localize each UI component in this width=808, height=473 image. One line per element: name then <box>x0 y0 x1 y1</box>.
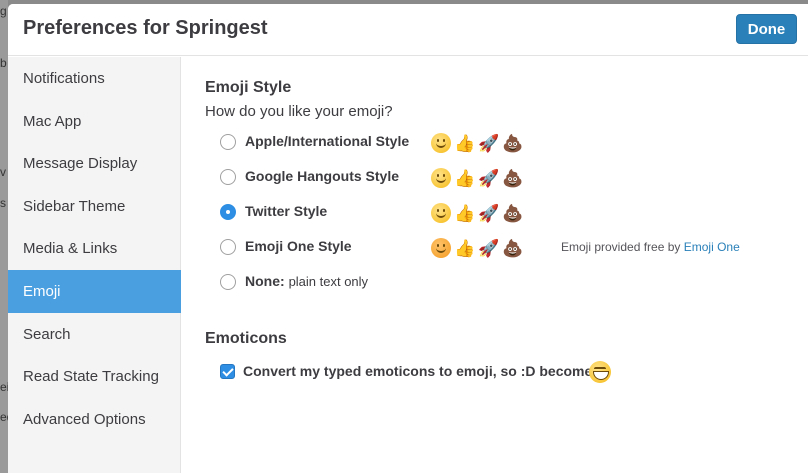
modal-header: Preferences for Springest Done <box>8 4 808 56</box>
rocket-icon: 🚀 <box>478 238 500 258</box>
grinning-face-icon <box>589 361 611 383</box>
done-button[interactable]: Done <box>736 14 797 44</box>
modal-title: Preferences for Springest <box>23 17 268 39</box>
emoji-preview-google: 👍 🚀 💩 <box>430 166 524 190</box>
sidebar-item-emoji[interactable]: Emoji <box>8 270 181 313</box>
radio-label-emoji-one: Emoji One Style <box>245 238 352 254</box>
radio-label-none-plain: plain text only <box>288 274 369 289</box>
poop-icon: 💩 <box>502 238 524 258</box>
thumbs-up-icon: 👍 <box>454 133 476 153</box>
emoji-style-option-twitter[interactable]: Twitter Style 👍 🚀 💩 <box>220 201 800 225</box>
sidebar-item-mac-app[interactable]: Mac App <box>8 100 181 143</box>
emoji-style-option-none[interactable]: None: plain text only <box>220 271 800 295</box>
emoji-style-option-google[interactable]: Google Hangouts Style 👍 🚀 💩 <box>220 166 800 190</box>
radio-label-twitter: Twitter Style <box>245 203 328 219</box>
backdrop-text-fragment: s <box>0 196 6 210</box>
poop-icon: 💩 <box>502 168 524 188</box>
emoji-style-subtitle: How do you like your emoji? <box>205 103 393 120</box>
sidebar-item-sidebar-theme[interactable]: Sidebar Theme <box>8 185 181 228</box>
background-app-edge: g b v s ei ed <box>0 0 13 473</box>
backdrop-text-fragment: g <box>0 4 7 18</box>
poop-icon: 💩 <box>502 133 524 153</box>
poop-icon: 💩 <box>502 203 524 223</box>
smiley-icon <box>430 167 452 189</box>
backdrop-text-fragment: b <box>0 56 7 70</box>
sidebar-item-media-links[interactable]: Media & Links <box>8 227 181 270</box>
thumbs-up-icon: 👍 <box>454 238 476 258</box>
emoji-preview-twitter: 👍 🚀 💩 <box>430 201 524 225</box>
emoji-credit: Emoji provided free by Emoji One <box>561 240 740 254</box>
emoji-style-heading: Emoji Style <box>205 79 292 96</box>
thumbs-up-icon: 👍 <box>454 203 476 223</box>
preferences-modal: Preferences for Springest Done Notificat… <box>8 4 808 473</box>
emoticons-heading: Emoticons <box>205 330 287 347</box>
sidebar-item-search[interactable]: Search <box>8 313 181 356</box>
emoji-preview-emoji-one: 👍 🚀 💩 <box>430 236 524 260</box>
preferences-sidebar: Notifications Mac App Message Display Si… <box>8 57 181 473</box>
backdrop-text-fragment: v <box>0 165 6 179</box>
radio-label-apple: Apple/International Style <box>245 133 410 149</box>
radio-label-none-bold: None: <box>245 273 285 289</box>
rocket-icon: 🚀 <box>478 133 500 153</box>
radio-label-google: Google Hangouts Style <box>245 168 400 184</box>
sidebar-item-read-state-tracking[interactable]: Read State Tracking <box>8 355 181 398</box>
emoji-preview-apple: 👍 🚀 💩 <box>430 131 524 155</box>
radio-label-none: None: plain text only <box>245 273 368 289</box>
emoji-one-link[interactable]: Emoji One <box>684 240 740 254</box>
rocket-icon: 🚀 <box>478 203 500 223</box>
emoji-style-option-apple[interactable]: Apple/International Style 👍 🚀 💩 <box>220 131 800 155</box>
thumbs-up-icon: 👍 <box>454 168 476 188</box>
radio-emoji-one[interactable] <box>220 239 236 255</box>
smiley-icon <box>430 237 452 259</box>
emoticons-convert-option[interactable]: Convert my typed emoticons to emoji, so … <box>220 361 780 385</box>
sidebar-item-advanced-options[interactable]: Advanced Options <box>8 398 181 441</box>
preferences-content: Emoji Style How do you like your emoji? … <box>182 57 808 473</box>
smiley-icon <box>430 202 452 224</box>
emoticons-convert-checkbox[interactable] <box>220 364 235 379</box>
smiley-icon <box>430 132 452 154</box>
sidebar-item-notifications[interactable]: Notifications <box>8 57 181 100</box>
emoji-style-option-emoji-one[interactable]: Emoji One Style 👍 🚀 💩 Emoji provided fre… <box>220 236 800 260</box>
sidebar-item-message-display[interactable]: Message Display <box>8 142 181 185</box>
radio-apple[interactable] <box>220 134 236 150</box>
emoji-credit-text: Emoji provided free by <box>561 240 681 254</box>
radio-none[interactable] <box>220 274 236 290</box>
radio-twitter[interactable] <box>220 204 236 220</box>
rocket-icon: 🚀 <box>478 168 500 188</box>
radio-google[interactable] <box>220 169 236 185</box>
emoticons-convert-label: Convert my typed emoticons to emoji, so … <box>243 363 601 379</box>
